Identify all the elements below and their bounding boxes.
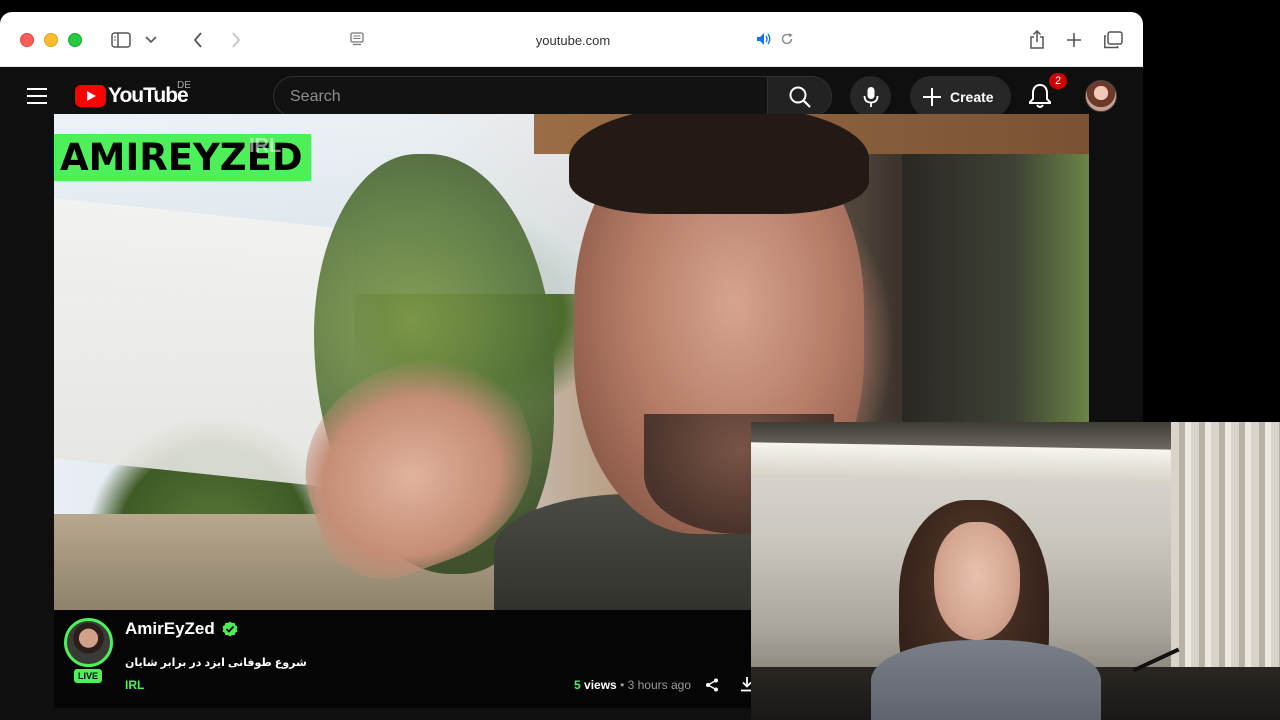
bell-icon bbox=[1029, 83, 1051, 108]
time-ago: 3 hours ago bbox=[627, 678, 692, 692]
tabs-overview-icon[interactable] bbox=[1102, 28, 1124, 52]
mic-icon bbox=[863, 86, 878, 107]
search-icon bbox=[789, 86, 811, 108]
forward-icon[interactable] bbox=[226, 28, 246, 52]
plus-icon bbox=[923, 87, 941, 106]
verified-icon bbox=[222, 621, 238, 637]
share-icon[interactable] bbox=[1027, 28, 1047, 52]
stream-title: شروع طوفانی ایزد در برابر شایان bbox=[125, 657, 307, 669]
voice-search-button[interactable] bbox=[850, 76, 891, 117]
youtube-logo-text: YouTube bbox=[108, 84, 189, 107]
search-button[interactable] bbox=[767, 76, 832, 117]
minimize-window-button[interactable] bbox=[44, 33, 58, 47]
views-label: views bbox=[584, 678, 617, 692]
close-window-button[interactable] bbox=[20, 33, 34, 47]
views-count: 5 bbox=[574, 678, 581, 692]
create-label: Create bbox=[950, 88, 994, 105]
webcam-overlay bbox=[751, 422, 1280, 720]
channel-name-row: AmirEyZed bbox=[125, 619, 238, 639]
channel-name[interactable]: AmirEyZed bbox=[125, 619, 215, 639]
browser-toolbar: youtube.com bbox=[0, 12, 1143, 67]
new-tab-icon[interactable] bbox=[1064, 28, 1084, 52]
notification-count: 2 bbox=[1049, 73, 1067, 89]
speaker-icon[interactable] bbox=[756, 32, 772, 51]
search-box bbox=[273, 76, 767, 117]
chevron-down-icon[interactable] bbox=[144, 28, 158, 52]
address-bar[interactable]: youtube.com bbox=[340, 28, 806, 54]
youtube-logo-icon bbox=[75, 85, 106, 107]
search-input[interactable] bbox=[290, 77, 750, 116]
stream-category[interactable]: IRL bbox=[125, 678, 144, 692]
back-icon[interactable] bbox=[188, 28, 208, 52]
watermark-category: IRL bbox=[249, 135, 282, 157]
stats-separator: • bbox=[620, 678, 625, 692]
create-button[interactable]: Create bbox=[910, 76, 1011, 117]
channel-avatar[interactable] bbox=[64, 618, 113, 667]
sidebar-icon[interactable] bbox=[110, 28, 132, 52]
youtube-logo[interactable]: YouTube bbox=[75, 84, 189, 108]
notifications-button[interactable] bbox=[1028, 83, 1054, 109]
screen: youtube.com YouTube DE Search Create 2 A… bbox=[0, 0, 1280, 720]
menu-icon[interactable] bbox=[26, 87, 48, 105]
reload-icon[interactable] bbox=[780, 32, 794, 51]
stream-stats: 5 views • 3 hours ago bbox=[574, 678, 691, 692]
region-code: DE bbox=[177, 80, 191, 91]
live-badge: LIVE bbox=[74, 669, 102, 683]
share-icon[interactable] bbox=[705, 678, 719, 692]
zoom-window-button[interactable] bbox=[68, 33, 82, 47]
url-text[interactable]: youtube.com bbox=[340, 33, 806, 48]
avatar[interactable] bbox=[1085, 80, 1117, 112]
